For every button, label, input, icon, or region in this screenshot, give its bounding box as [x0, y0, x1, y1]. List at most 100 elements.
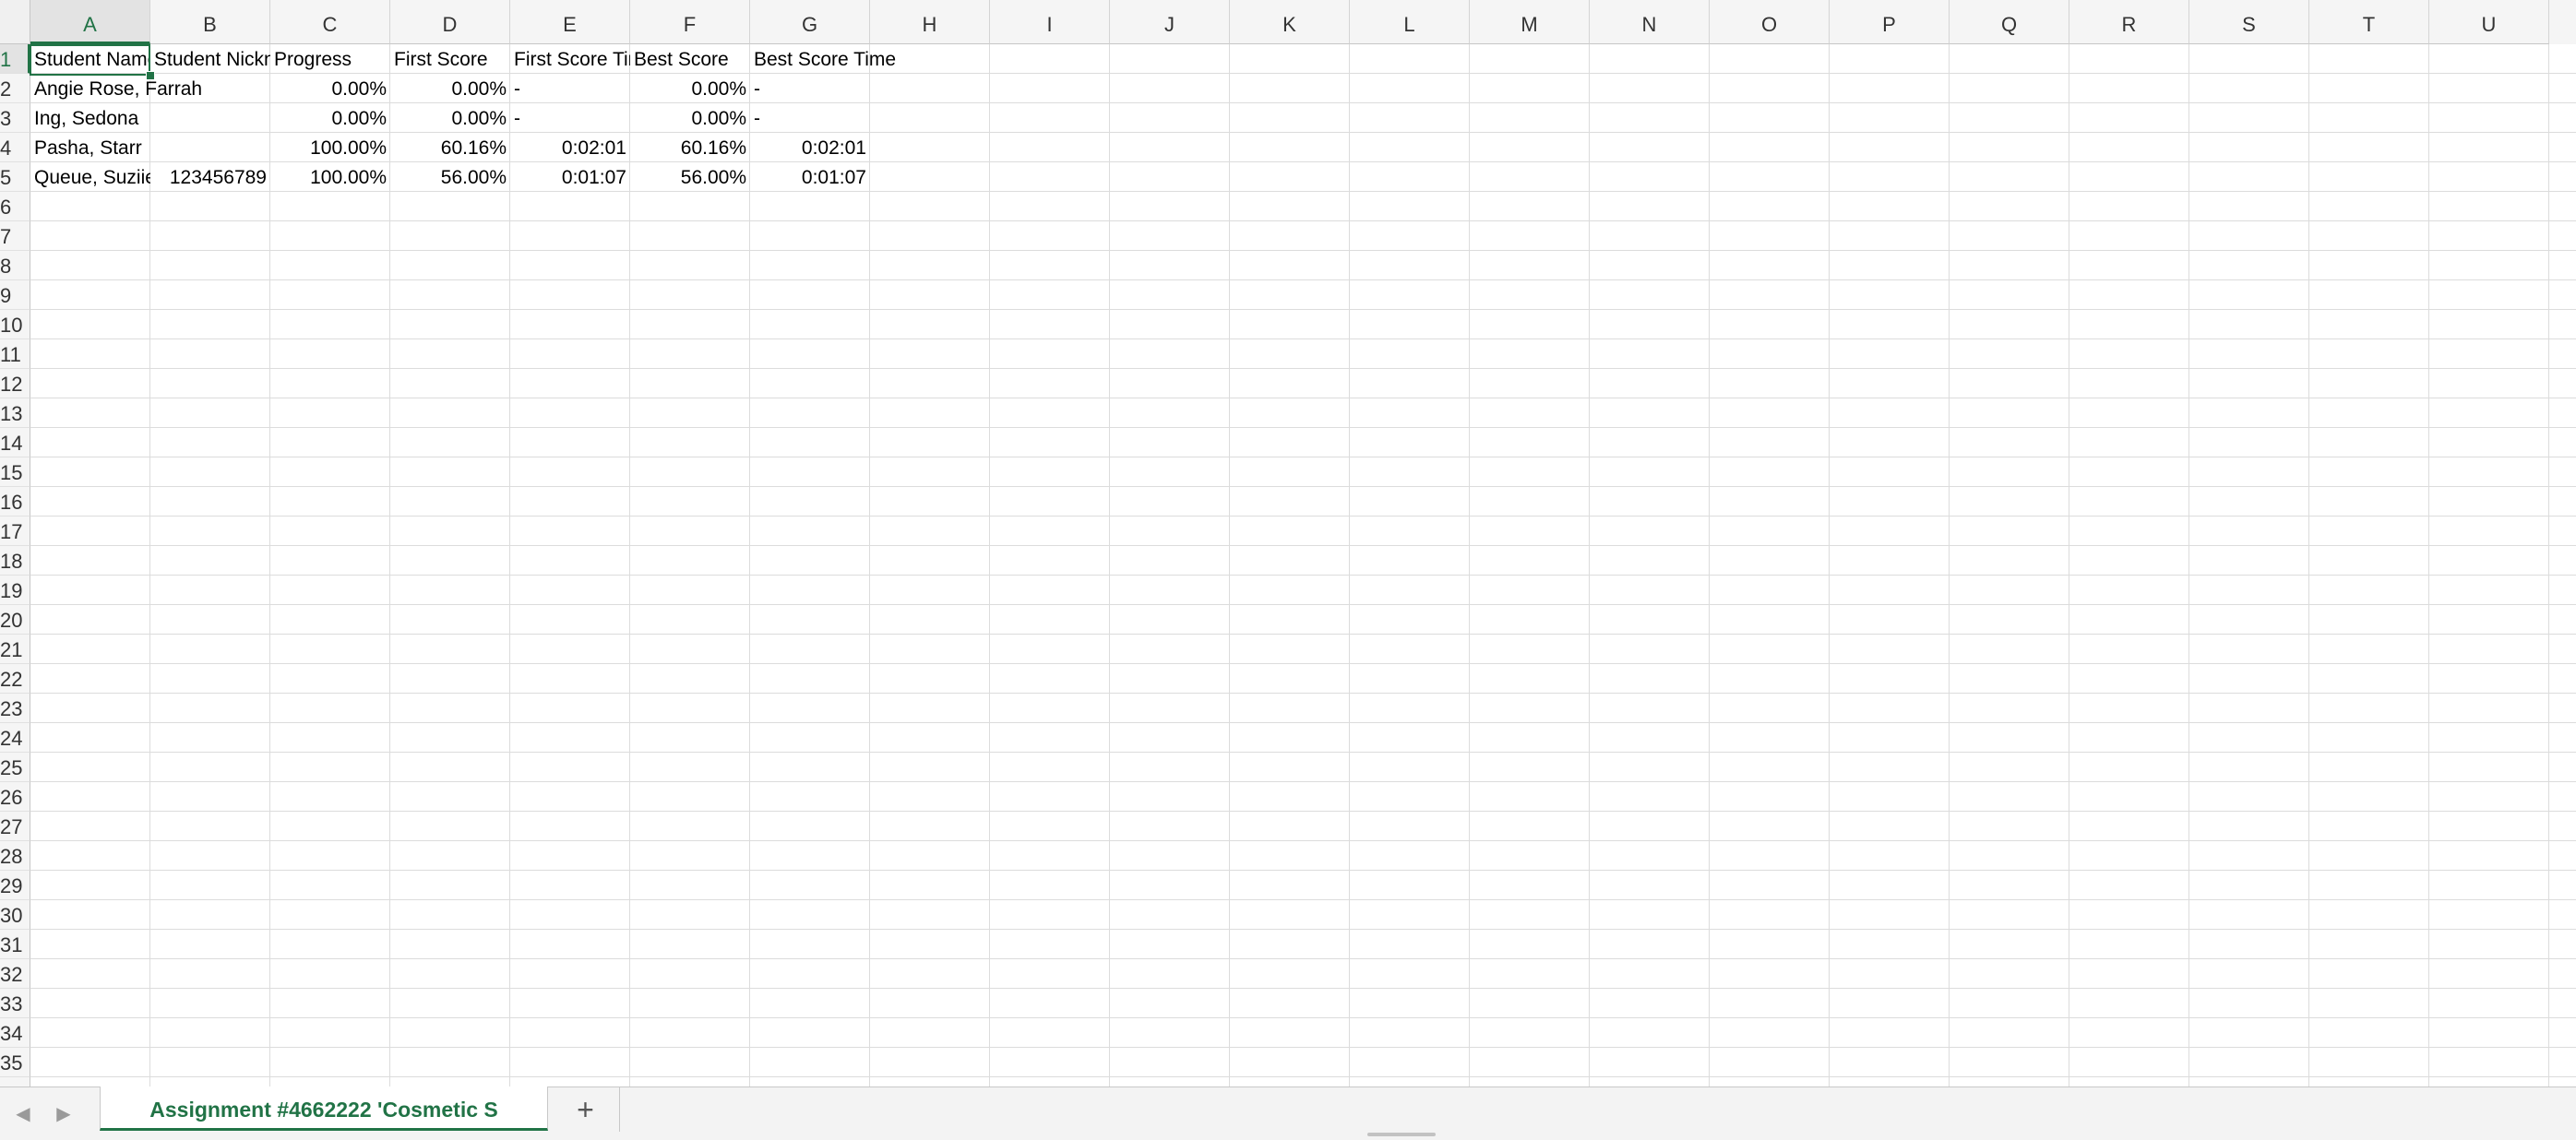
cell-g5[interactable]: 0:01:07: [750, 162, 870, 192]
cell-a2[interactable]: Angie Rose, Farrah: [30, 74, 202, 103]
cell-f2[interactable]: 0.00%: [630, 74, 750, 103]
column-header-o[interactable]: O: [1710, 0, 1830, 44]
row-header-30[interactable]: 30: [0, 900, 30, 930]
cell-a3[interactable]: Ing, Sedona: [30, 103, 150, 133]
cell-c3[interactable]: 0.00%: [270, 103, 390, 133]
row-header-21[interactable]: 21: [0, 635, 30, 664]
row-header-7[interactable]: 7: [0, 221, 30, 251]
row-header-36[interactable]: [0, 1077, 30, 1087]
row-header-23[interactable]: 23: [0, 694, 30, 723]
row-header-12[interactable]: 12: [0, 369, 30, 398]
cell-d4[interactable]: 60.16%: [390, 133, 510, 162]
row-header-25[interactable]: 25: [0, 753, 30, 782]
row-header-34[interactable]: 34: [0, 1018, 30, 1048]
row-header-9[interactable]: 9: [0, 280, 30, 310]
cell-a1[interactable]: Student Name: [30, 44, 150, 74]
column-header-u[interactable]: U: [2429, 0, 2549, 44]
row-header-5[interactable]: 5: [0, 162, 30, 192]
select-all-corner[interactable]: [0, 0, 30, 44]
cell-g3[interactable]: -: [750, 103, 870, 133]
fill-handle[interactable]: [146, 71, 155, 80]
cell-g1[interactable]: Best Score Time: [750, 44, 896, 74]
cell-g2[interactable]: -: [750, 74, 870, 103]
column-header-p[interactable]: P: [1830, 0, 1950, 44]
row-header-22[interactable]: 22: [0, 664, 30, 694]
horizontal-scroll-track[interactable]: [620, 1087, 2576, 1132]
column-header-t[interactable]: T: [2309, 0, 2429, 44]
row-header-10[interactable]: 10: [0, 310, 30, 339]
column-header-i[interactable]: I: [990, 0, 1110, 44]
column-header-k[interactable]: K: [1230, 0, 1350, 44]
column-header-c[interactable]: C: [270, 0, 390, 44]
cell-f4[interactable]: 60.16%: [630, 133, 750, 162]
gridline-vertical: [1469, 44, 1470, 1087]
worksheet-grid[interactable]: ABCDEFGHIJKLMNOPQRSTU 1 2 3 4 5 6 7 8 9 10 11 12 13 1…: [0, 0, 2576, 1087]
column-header-a[interactable]: A: [30, 0, 150, 44]
column-header-m[interactable]: M: [1470, 0, 1590, 44]
chevron-left-icon[interactable]: ◀: [13, 1102, 33, 1126]
row-header-14[interactable]: 14: [0, 428, 30, 457]
cell-f1[interactable]: Best Score: [630, 44, 750, 74]
cell-e3[interactable]: -: [510, 103, 630, 133]
cell-d5[interactable]: 56.00%: [390, 162, 510, 192]
cell-e1[interactable]: First Score Time: [510, 44, 630, 74]
row-header-32[interactable]: 32: [0, 959, 30, 989]
cell-d1[interactable]: First Score: [390, 44, 510, 74]
cell-f3[interactable]: 0.00%: [630, 103, 750, 133]
row-header-35[interactable]: 35: [0, 1048, 30, 1077]
row-header-26[interactable]: 26: [0, 782, 30, 812]
row-header-16[interactable]: 16: [0, 487, 30, 517]
row-header-13[interactable]: 13: [0, 398, 30, 428]
row-header-8[interactable]: 8: [0, 251, 30, 280]
row-header-31[interactable]: 31: [0, 930, 30, 959]
column-header-d[interactable]: D: [390, 0, 510, 44]
column-header-h[interactable]: H: [870, 0, 990, 44]
cell-c2[interactable]: 0.00%: [270, 74, 390, 103]
row-header-2[interactable]: 2: [0, 74, 30, 103]
row-header-3[interactable]: 3: [0, 103, 30, 133]
cell-e4[interactable]: 0:02:01: [510, 133, 630, 162]
sheet-tab-active[interactable]: Assignment #4662222 'Cosmetic S: [100, 1087, 548, 1131]
cell-b5[interactable]: 123456789: [150, 162, 270, 192]
row-header-19[interactable]: 19: [0, 576, 30, 605]
column-header-q[interactable]: Q: [1950, 0, 2069, 44]
cell-e5[interactable]: 0:01:07: [510, 162, 630, 192]
row-header-4[interactable]: 4: [0, 133, 30, 162]
row-header-28[interactable]: 28: [0, 841, 30, 871]
chevron-right-icon[interactable]: ▶: [54, 1102, 74, 1126]
gridline-horizontal: [30, 427, 2576, 428]
cell-e2[interactable]: -: [510, 74, 630, 103]
row-header-20[interactable]: 20: [0, 605, 30, 635]
column-header-f[interactable]: F: [630, 0, 750, 44]
row-header-18[interactable]: 18: [0, 546, 30, 576]
cell-a4[interactable]: Pasha, Starr: [30, 133, 150, 162]
horizontal-scroll-thumb[interactable]: [1367, 1133, 1436, 1136]
column-header-e[interactable]: E: [510, 0, 630, 44]
row-header-29[interactable]: 29: [0, 871, 30, 900]
row-header-33[interactable]: 33: [0, 989, 30, 1018]
column-header-s[interactable]: S: [2189, 0, 2309, 44]
column-header-j[interactable]: J: [1110, 0, 1230, 44]
row-header-15[interactable]: 15: [0, 457, 30, 487]
cell-c5[interactable]: 100.00%: [270, 162, 390, 192]
row-header-6[interactable]: 6: [0, 192, 30, 221]
row-header-11[interactable]: 11: [0, 339, 30, 369]
row-header-1[interactable]: 1: [0, 44, 30, 74]
row-header-24[interactable]: 24: [0, 723, 30, 753]
cell-f5[interactable]: 56.00%: [630, 162, 750, 192]
row-header-27[interactable]: 27: [0, 812, 30, 841]
cell-c4[interactable]: 100.00%: [270, 133, 390, 162]
column-header-l[interactable]: L: [1350, 0, 1470, 44]
row-header-17[interactable]: 17: [0, 517, 30, 546]
cell-b1[interactable]: Student Nickname: [150, 44, 270, 74]
cell-d2[interactable]: 0.00%: [390, 74, 510, 103]
column-header-g[interactable]: G: [750, 0, 870, 44]
column-header-r[interactable]: R: [2069, 0, 2189, 44]
cell-d3[interactable]: 0.00%: [390, 103, 510, 133]
column-header-b[interactable]: B: [150, 0, 270, 44]
cell-g4[interactable]: 0:02:01: [750, 133, 870, 162]
cell-c1[interactable]: Progress: [270, 44, 390, 74]
column-header-n[interactable]: N: [1590, 0, 1710, 44]
plus-icon[interactable]: +: [552, 1087, 620, 1132]
cell-a5[interactable]: Queue, Suziie: [30, 162, 150, 192]
